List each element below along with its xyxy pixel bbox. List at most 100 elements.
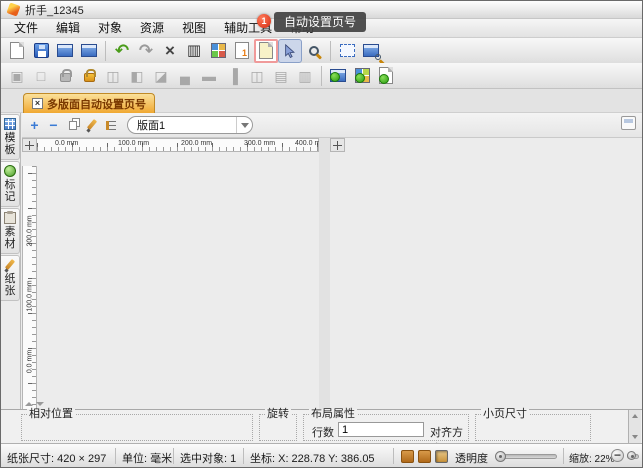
plus-icon: + <box>30 118 38 132</box>
zoom-out-button[interactable]: − <box>611 449 624 462</box>
tile-windows-button[interactable]: ◫ <box>245 64 269 88</box>
sidebar-tab-marks[interactable]: 标记 <box>1 161 20 207</box>
select-tool-button[interactable] <box>278 39 302 63</box>
ruler-label: 200.0 mm <box>181 140 212 147</box>
left-sidebar: 模板 标记 素材 纸张 <box>1 113 21 409</box>
fit-view-button[interactable] <box>335 39 359 63</box>
duplicate-layout-button[interactable] <box>64 117 81 134</box>
menu-resource[interactable]: 资源 <box>131 19 173 37</box>
sidebar-tab-materials[interactable]: 素材 <box>1 208 20 254</box>
align-middle-button[interactable]: ▬ <box>197 64 221 88</box>
add-page-icon <box>379 67 393 84</box>
add-view-button[interactable] <box>326 64 350 88</box>
unlock-button[interactable] <box>77 64 101 88</box>
display-mode-solid-icon[interactable] <box>401 450 414 463</box>
save-icon <box>34 43 49 58</box>
properties-panel: 相对位置 旋转 布局属性 行数 对齐方式 小页尺寸 <box>1 409 642 443</box>
sidebar-tab-paper[interactable]: 纸张 <box>1 255 20 301</box>
align-bottom-icon: ▄ <box>180 69 190 83</box>
menu-edit[interactable]: 编辑 <box>47 19 89 37</box>
template-grid-icon <box>211 43 226 58</box>
swap-panels-icon: ◫ <box>106 69 119 83</box>
layout-toolbar: + − 版面1 <box>22 113 643 138</box>
marks-icon <box>4 165 16 177</box>
dropdown-button[interactable] <box>236 117 252 133</box>
ruler-label: 200.0 mm <box>27 217 34 247</box>
menu-file[interactable]: 文件 <box>5 19 47 37</box>
rename-layout-button[interactable] <box>83 117 100 134</box>
split-vertical-button[interactable]: ▥ <box>293 64 317 88</box>
transparency-slider-handle[interactable] <box>495 451 506 462</box>
export-window-icon <box>81 44 97 57</box>
status-separator <box>563 448 564 464</box>
pane-splitter[interactable] <box>319 138 330 409</box>
add-page-button[interactable] <box>374 64 398 88</box>
export-button[interactable] <box>77 39 101 63</box>
tooltip-auto-page-number: 自动设置页号 <box>274 12 366 32</box>
group-rotation: 旋转 <box>259 414 297 441</box>
zoom-tool-button[interactable] <box>302 39 326 63</box>
window-title: 折手_12345 <box>25 2 84 18</box>
menu-view[interactable]: 视图 <box>173 19 215 37</box>
sidebar-tab-label: 纸张 <box>4 273 16 297</box>
transparency-slider[interactable] <box>497 454 557 459</box>
panel-stats-icon: ◪ <box>154 69 167 83</box>
add-layout-button[interactable]: + <box>26 117 43 134</box>
page-number-1-button[interactable]: 1 <box>230 39 254 63</box>
align-right-button[interactable]: ▐ <box>221 64 245 88</box>
status-separator <box>393 448 394 464</box>
document-tab[interactable]: × 多版面自动设置页号 <box>23 93 155 113</box>
group-title: 相对位置 <box>27 409 75 420</box>
new-document-button[interactable] <box>5 39 29 63</box>
menu-object[interactable]: 对象 <box>89 19 131 37</box>
add-component-button[interactable] <box>350 64 374 88</box>
delete-button[interactable]: × <box>158 39 182 63</box>
application-window: 折手_12345 文件 编辑 对象 资源 视图 辅助工具 帮助 1 自动设置页号… <box>0 0 643 468</box>
redo-icon: ↷ <box>139 42 153 59</box>
rows-input[interactable] <box>338 422 424 437</box>
tile-windows-icon: ◫ <box>250 69 263 83</box>
horizontal-ruler-front: 0.0 mm 100.0 mm 200.0 mm 300.0 mm 400.0 … <box>37 138 319 152</box>
menu-tools[interactable]: 辅助工具 <box>215 19 281 37</box>
group-objects-button[interactable]: ▣ <box>5 64 29 88</box>
import-button[interactable] <box>53 39 77 63</box>
collapse-panel-button[interactable] <box>621 116 636 130</box>
undo-button[interactable]: ↶ <box>110 39 134 63</box>
remove-layout-button[interactable]: − <box>45 117 62 134</box>
zoom-selection-button[interactable] <box>359 39 383 63</box>
scroll-down-icon[interactable] <box>632 435 638 439</box>
display-mode-transparent-icon[interactable] <box>435 450 448 463</box>
sidebar-tab-templates[interactable]: 模板 <box>1 114 20 160</box>
layout-dropdown[interactable]: 版面1 <box>127 116 253 134</box>
ruler-label: 100.0 mm <box>27 282 34 312</box>
close-tab-icon[interactable]: × <box>32 98 43 109</box>
export-layout-button[interactable] <box>102 117 119 134</box>
panel-stats-button[interactable]: ◪ <box>149 64 173 88</box>
coordinates-status: 坐标: X: 228.78 Y: 386.05 <box>250 450 375 466</box>
scroll-up-icon[interactable] <box>632 414 638 418</box>
display-mode-outline-icon[interactable] <box>418 450 431 463</box>
columns-view-button[interactable]: ▥ <box>182 39 206 63</box>
toolbar-separator <box>105 41 106 61</box>
ruler-label: 300.0 mm <box>244 140 275 147</box>
collapse-panel-icon[interactable] <box>36 402 44 406</box>
marquee-select-button[interactable]: □ <box>29 64 53 88</box>
ruler-origin-icon <box>331 139 344 151</box>
merge-panels-button[interactable]: ◧ <box>125 64 149 88</box>
rows-label: 行数 <box>312 424 334 440</box>
save-button[interactable] <box>29 39 53 63</box>
merge-panels-icon: ◧ <box>130 69 143 83</box>
materials-icon <box>4 212 16 224</box>
lock-icon <box>60 73 71 82</box>
zoom-slider-handle[interactable] <box>627 451 636 460</box>
lock-button[interactable] <box>53 64 77 88</box>
panel-scrollbar[interactable] <box>628 410 641 443</box>
swap-panels-button[interactable]: ◫ <box>101 64 125 88</box>
template-grid-button[interactable] <box>206 39 230 63</box>
redo-button[interactable]: ↷ <box>134 39 158 63</box>
align-bottom-button[interactable]: ▄ <box>173 64 197 88</box>
auto-page-number-button[interactable] <box>254 39 278 63</box>
split-horizontal-button[interactable]: ▤ <box>269 64 293 88</box>
expand-panel-icon[interactable] <box>25 402 33 406</box>
group-title: 旋转 <box>265 409 291 420</box>
